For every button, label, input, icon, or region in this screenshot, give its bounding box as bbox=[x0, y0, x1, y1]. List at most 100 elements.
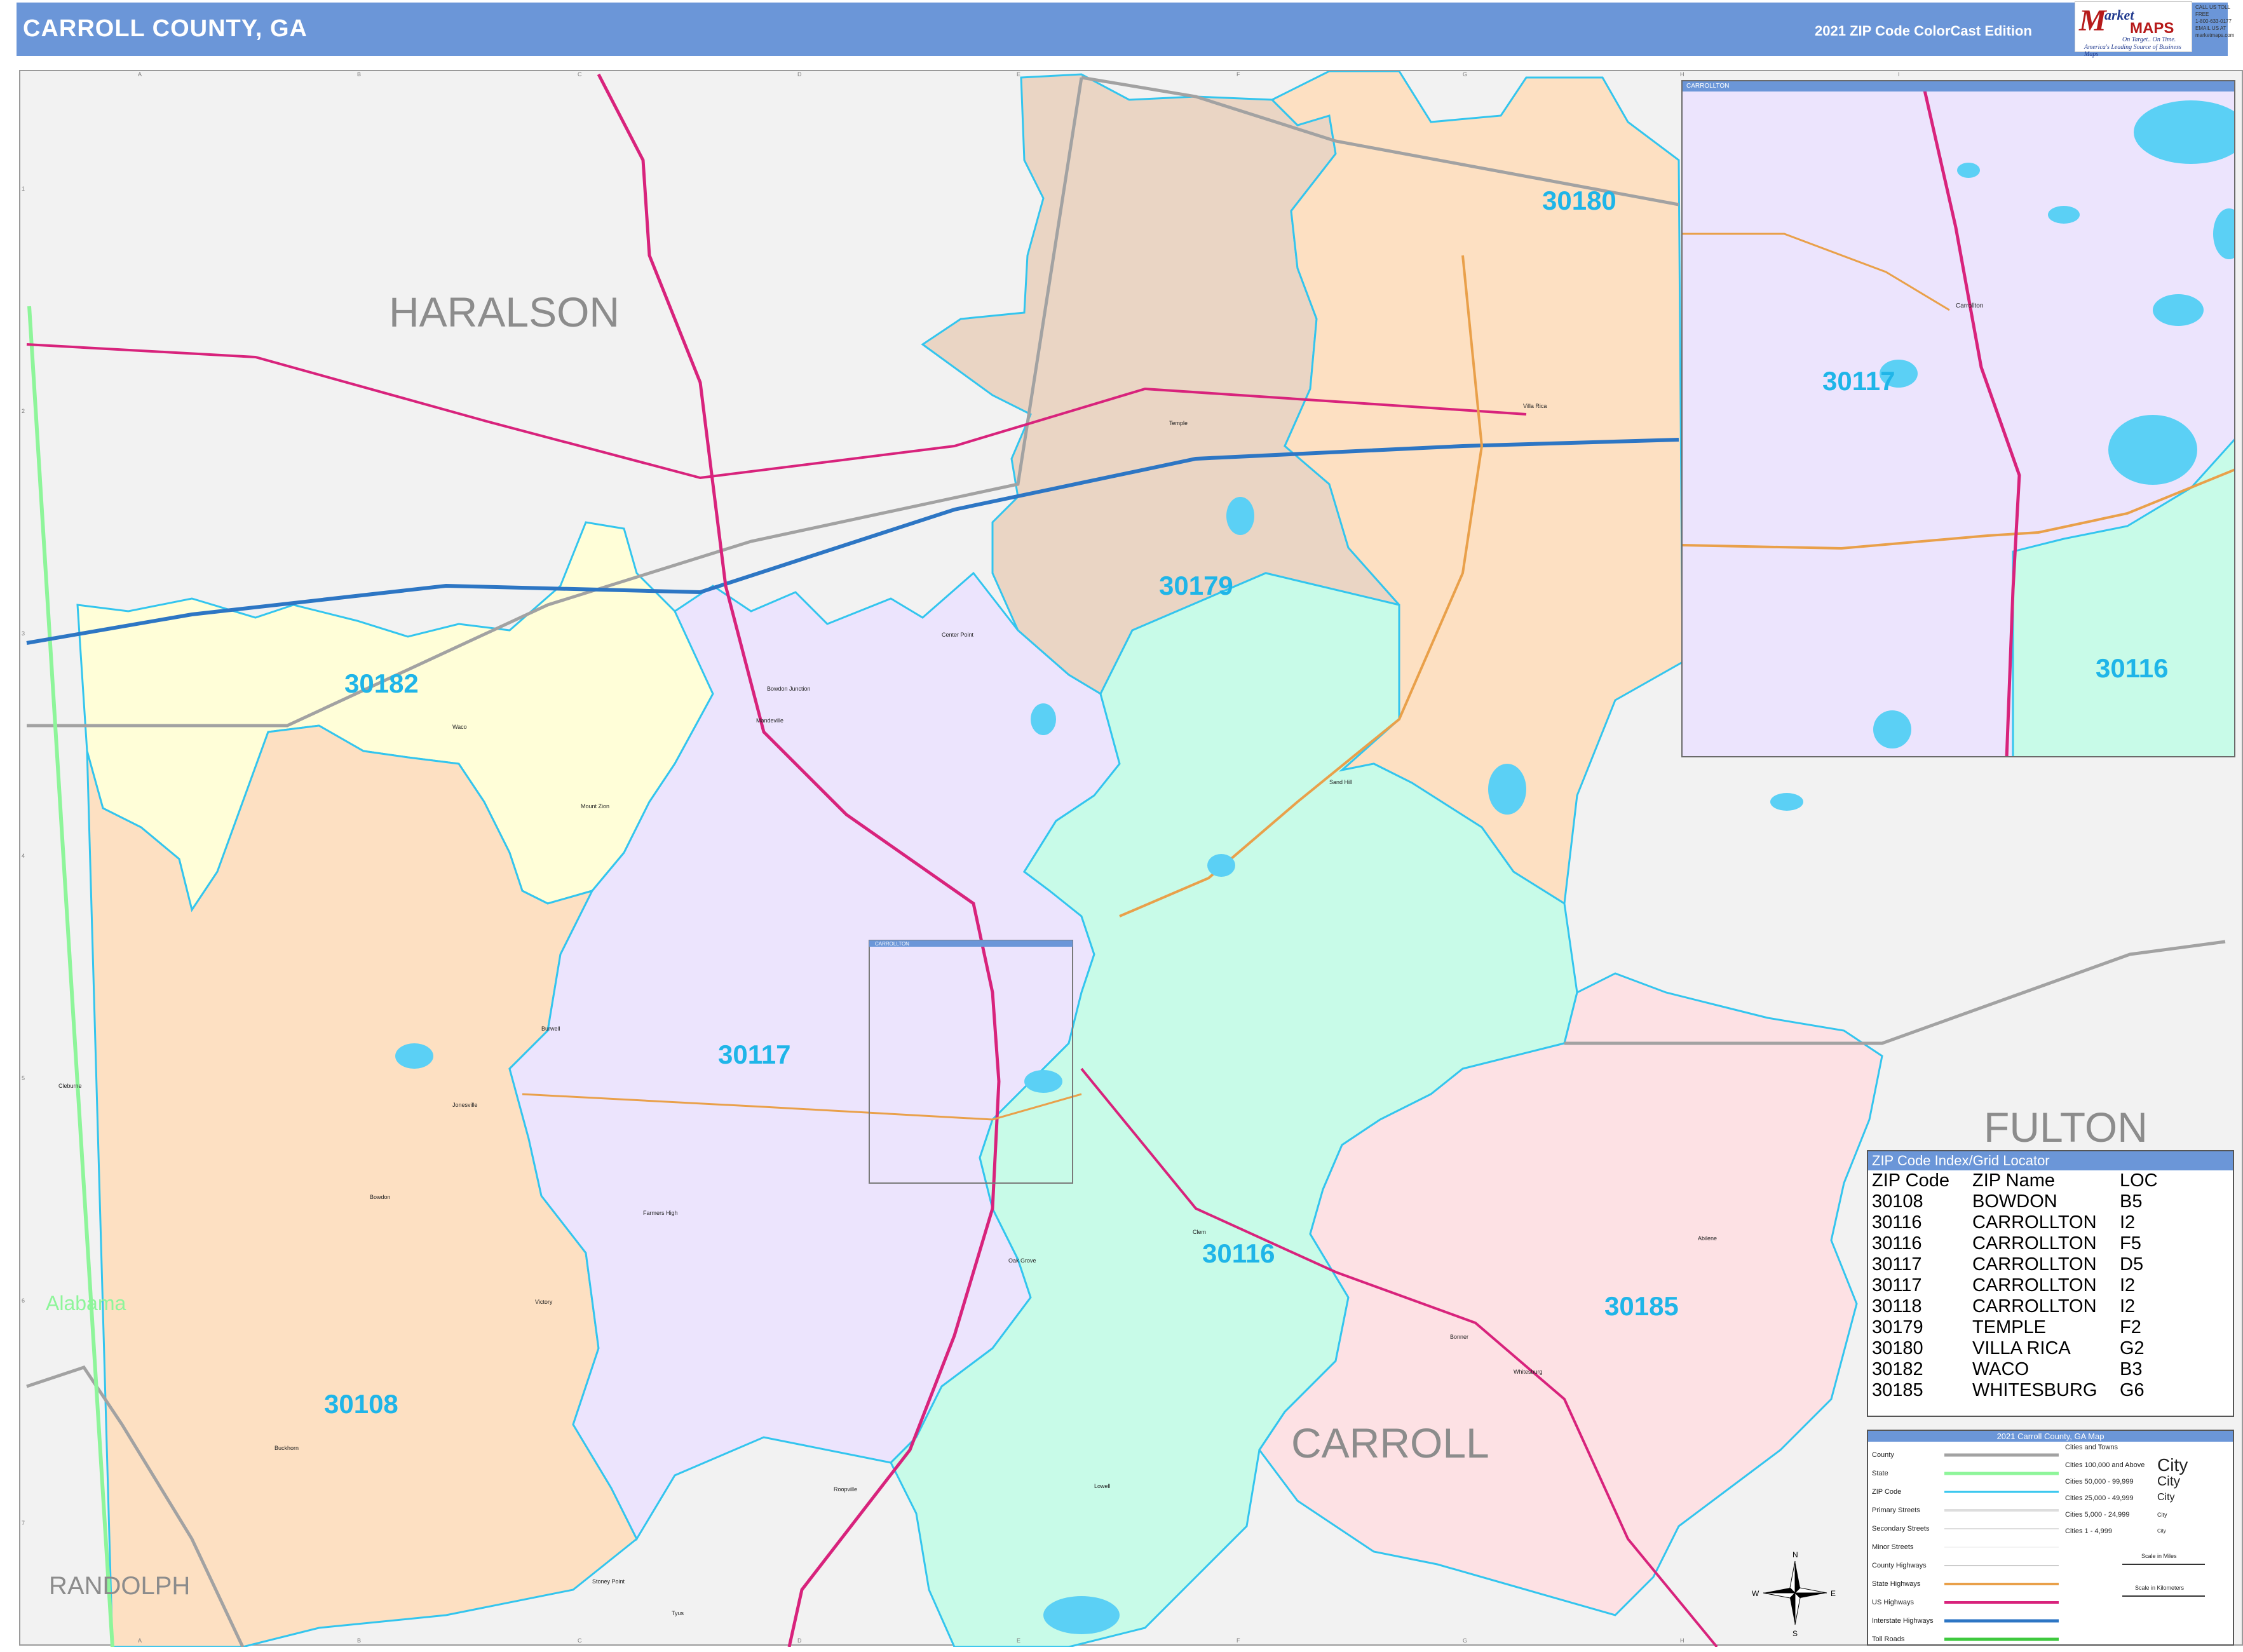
county-label-fulton: FULTON bbox=[1984, 1104, 2148, 1151]
place-label: Jonesville bbox=[452, 1102, 478, 1108]
carrollton-locator-label: CARROLLTON bbox=[875, 941, 909, 947]
zip-index-title: ZIP Code Index/Grid Locator bbox=[1868, 1151, 2233, 1170]
legend-label: County Highways bbox=[1872, 1562, 1927, 1569]
zip-label-30180: 30180 bbox=[1542, 186, 1616, 215]
legend-city-sample: City bbox=[2157, 1492, 2175, 1503]
place-label: Buckhorn bbox=[274, 1445, 299, 1451]
place-label: Villa Rica bbox=[1523, 403, 1547, 409]
grid-letter-h-bottom: H bbox=[1680, 1637, 1684, 1644]
zip-cell: 30117 bbox=[1872, 1254, 1922, 1275]
place-label: Cleburne bbox=[58, 1083, 82, 1089]
name-cell: CARROLLTON bbox=[1972, 1275, 2097, 1296]
zip-index-row: 30179 TEMPLE F2 bbox=[1872, 1317, 2158, 1338]
lake bbox=[1488, 764, 1526, 815]
legend-scale-miles: Scale in Miles bbox=[2141, 1553, 2177, 1559]
name-cell: WHITESBURG bbox=[1972, 1380, 2097, 1400]
place-label: Waco bbox=[452, 724, 467, 730]
place-label: Whitesburg bbox=[1514, 1369, 1543, 1375]
place-label: Mandeville bbox=[756, 717, 783, 724]
grid-letter-d: D bbox=[797, 71, 802, 78]
legend-label: Interstate Highways bbox=[1872, 1617, 1934, 1625]
name-cell: BOWDON bbox=[1972, 1191, 2057, 1212]
loc-cell: I2 bbox=[2120, 1212, 2136, 1233]
legend-city-sample: City bbox=[2157, 1512, 2167, 1518]
inset-lake bbox=[1873, 710, 1911, 748]
county-label-haralson: HARALSON bbox=[389, 288, 620, 335]
logo-line2: MAPS bbox=[2130, 20, 2174, 37]
map-title: CARROLL COUNTY, GA bbox=[23, 15, 308, 42]
grid-letter-b: B bbox=[357, 71, 362, 78]
loc-cell: G6 bbox=[2120, 1380, 2145, 1400]
zip-label-30185: 30185 bbox=[1604, 1291, 1679, 1321]
carrollton-inset-map[interactable]: 30117 30116 Carrollton CARROLLTON bbox=[1681, 80, 2235, 757]
name-cell: CARROLLTON bbox=[1972, 1233, 2097, 1254]
legend-city-sample: City bbox=[2157, 1474, 2181, 1489]
legend-label: Minor Streets bbox=[1872, 1543, 1914, 1551]
grid-number-5: 5 bbox=[22, 1075, 25, 1081]
zip-index-row: 30116 CARROLLTON I2 bbox=[1872, 1212, 2158, 1233]
place-label: Clem bbox=[1193, 1229, 1206, 1235]
compass-rose: N E S W bbox=[1752, 1550, 1836, 1638]
loc-cell: F2 bbox=[2120, 1317, 2141, 1337]
place-label: Burwell bbox=[541, 1026, 560, 1032]
legend-city-range: Cities 100,000 and Above bbox=[2065, 1461, 2145, 1469]
grid-letter-f-bottom: F bbox=[1237, 1637, 1240, 1644]
name-cell: CARROLLTON bbox=[1972, 1212, 2097, 1233]
title-bar: CARROLL COUNTY, GA 2021 ZIP Code ColorCa… bbox=[17, 3, 2228, 56]
loc-cell: D5 bbox=[2120, 1254, 2144, 1275]
legend-label: ZIP Code bbox=[1872, 1488, 1902, 1496]
grid-number-2: 2 bbox=[22, 408, 25, 414]
inset-zip-label-30116: 30116 bbox=[2096, 653, 2168, 683]
name-cell: WACO bbox=[1972, 1359, 2030, 1379]
zip-cell: 30117 bbox=[1872, 1275, 1922, 1296]
county-label-randolph: RANDOLPH bbox=[49, 1572, 190, 1600]
place-label: Oak Grove bbox=[1008, 1257, 1036, 1264]
zip-label-30182: 30182 bbox=[344, 668, 419, 698]
grid-number-3: 3 bbox=[22, 630, 25, 637]
zip-index-row: 30185 WHITESBURG G6 bbox=[1872, 1380, 2158, 1401]
place-label: Roopville bbox=[834, 1486, 857, 1493]
zip-cell: 30185 bbox=[1872, 1380, 1923, 1400]
grid-number-1: 1 bbox=[22, 186, 25, 192]
zip-index-col-zip: ZIP Code bbox=[1872, 1170, 1949, 1191]
logo-line4: America's Leading Source of Business Map… bbox=[2084, 44, 2181, 58]
place-label: Bowdon bbox=[370, 1194, 391, 1200]
compass-s: S bbox=[1792, 1629, 1798, 1638]
legend-city-range: Cities 50,000 - 99,999 bbox=[2065, 1478, 2134, 1486]
grid-number-6: 6 bbox=[22, 1297, 25, 1304]
legend-city-range: Cities 5,000 - 24,999 bbox=[2065, 1511, 2130, 1519]
compass-w: W bbox=[1752, 1589, 1759, 1598]
legend-city-sample: City bbox=[2157, 1455, 2188, 1475]
zip-code-index: ZIP Code Index/Grid Locator ZIP Code ZIP… bbox=[1867, 1150, 2234, 1417]
zip-label-30179: 30179 bbox=[1159, 571, 1233, 600]
inset-svg[interactable]: 30117 30116 Carrollton bbox=[1683, 81, 2235, 757]
legend-city-sample: City bbox=[2157, 1528, 2166, 1534]
grid-letter-e: E bbox=[1017, 71, 1021, 78]
zip-cell: 30180 bbox=[1872, 1338, 1923, 1358]
logo-line3: On Target.. On Time. bbox=[2122, 36, 2176, 43]
grid-letter-c: C bbox=[578, 71, 582, 78]
name-cell: TEMPLE bbox=[1972, 1317, 2047, 1337]
zip-cell: 30179 bbox=[1872, 1317, 1923, 1337]
name-cell: CARROLLTON bbox=[1972, 1296, 2097, 1317]
zip-cell: 30182 bbox=[1872, 1359, 1923, 1379]
grid-number-4: 4 bbox=[22, 853, 25, 859]
grid-letter-c-bottom: C bbox=[578, 1637, 582, 1644]
zip-index-col-name: ZIP Name bbox=[1972, 1170, 2056, 1191]
compass-e: E bbox=[1831, 1589, 1836, 1598]
grid-number-7: 7 bbox=[22, 1520, 25, 1526]
place-label: Abilene bbox=[1698, 1235, 1717, 1242]
zip-index-table: ZIP Code ZIP Name LOC 30108 BOWDON B5 3011… bbox=[1872, 1170, 2158, 1401]
zip-index-row: 30116 CARROLLTON F5 bbox=[1872, 1233, 2158, 1254]
legend-label: State Highways bbox=[1872, 1580, 1921, 1588]
place-label: Bowdon Junction bbox=[767, 686, 811, 692]
zip-index-row: 30180 VILLA RICA G2 bbox=[1872, 1338, 2158, 1359]
place-label: Sand Hill bbox=[1329, 779, 1352, 785]
lake bbox=[1043, 1596, 1120, 1634]
market-maps-logo: M arket MAPS On Target.. On Time. Americ… bbox=[2075, 1, 2192, 58]
loc-cell: I2 bbox=[2120, 1275, 2136, 1296]
loc-cell: B5 bbox=[2120, 1191, 2143, 1212]
lake bbox=[1226, 497, 1254, 535]
zip-index-row: 30182 WACO B3 bbox=[1872, 1359, 2158, 1380]
contact-info: CALL US TOLL FREE 1-800-633-0177 EMAIL U… bbox=[2195, 4, 2234, 50]
